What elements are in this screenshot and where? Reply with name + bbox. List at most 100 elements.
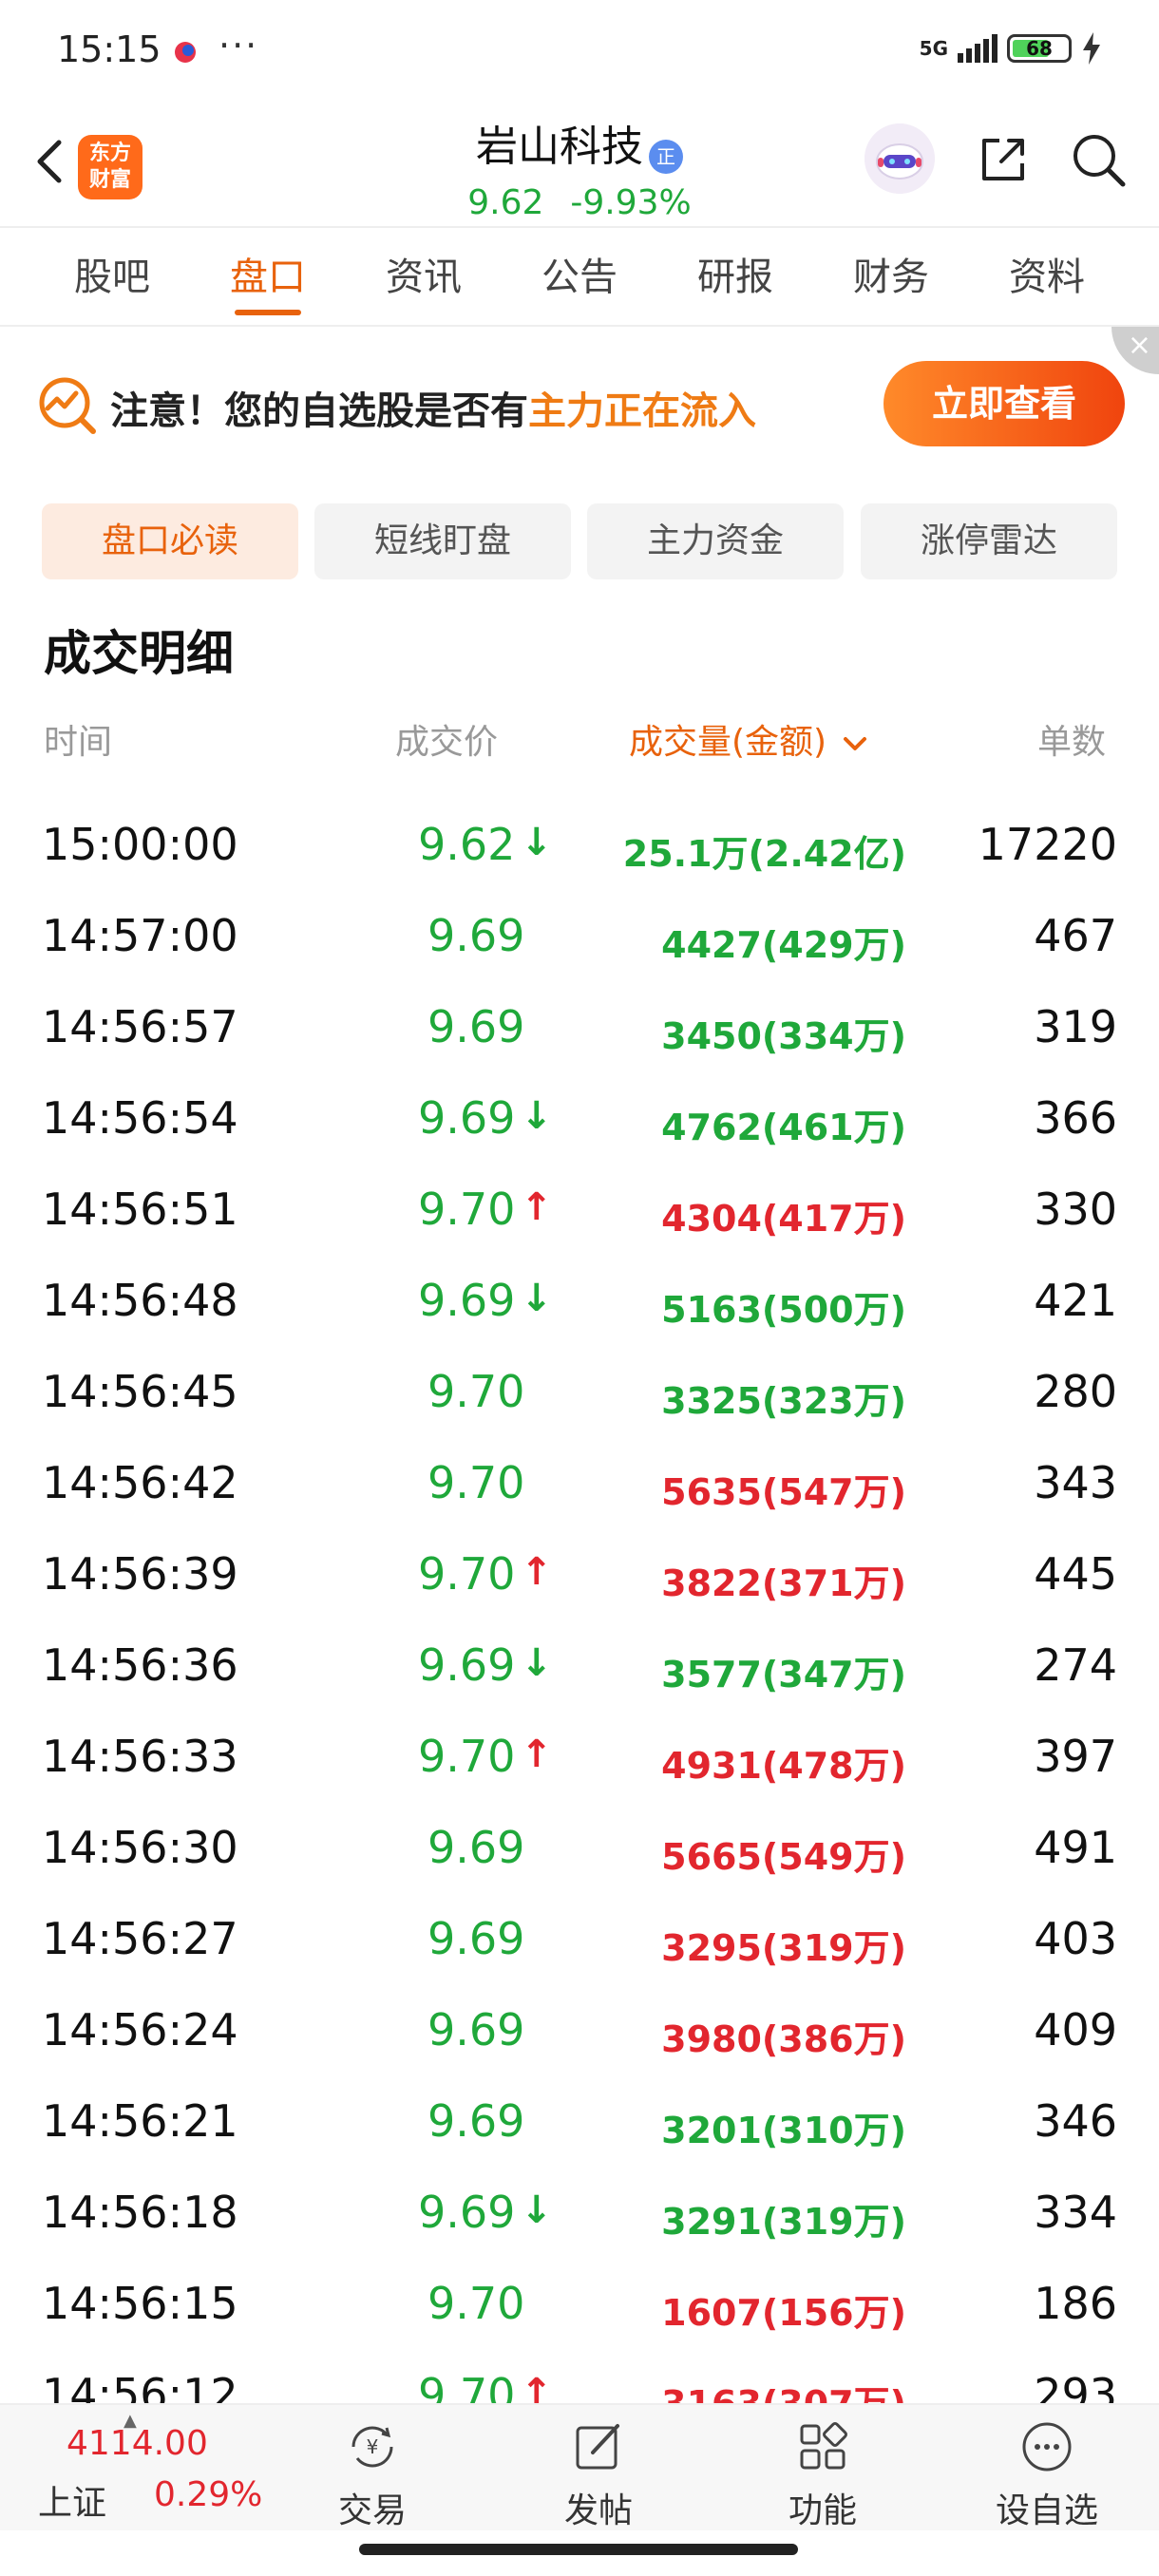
stock-name: 岩山科技 [476, 123, 643, 171]
tab-news[interactable]: 资讯 [386, 228, 462, 327]
trade-count: 366 [1034, 1092, 1117, 1144]
signal-icon [958, 34, 998, 63]
trade-price: 9.69 [428, 2095, 525, 2147]
trade-price: 9.70 [418, 1731, 516, 1782]
battery-icon: 68 [1007, 34, 1072, 63]
arrow-down-icon: ↓ [521, 1094, 553, 1138]
tab-pankou[interactable]: 盘口 [230, 228, 306, 327]
trade-price: 9.69 [428, 2004, 525, 2055]
trade-volume: 3291(319万) [661, 2201, 906, 2243]
tab-finance[interactable]: 财务 [853, 228, 929, 327]
subtab-main-funds[interactable]: 主力资金 [587, 503, 844, 579]
trade-time: 14:56:42 [42, 1457, 238, 1508]
tab-announcements[interactable]: 公告 [542, 228, 618, 327]
trade-time: 14:57:00 [42, 910, 238, 961]
trade-time: 14:56:15 [42, 2278, 238, 2329]
trade-time: 14:56:51 [42, 1184, 238, 1235]
table-row[interactable]: 14:56:24 9.69 3980(386万) 409 [0, 1983, 1159, 2074]
index-value: 4114.00 [66, 2424, 208, 2463]
trade-volume: 4931(478万) [661, 1745, 906, 1787]
table-row[interactable]: 14:57:00 9.69 4427(429万) 467 [0, 889, 1159, 980]
trade-count: 319 [1034, 1001, 1117, 1052]
table-row[interactable]: 14:56:30 9.69 5665(549万) 491 [0, 1801, 1159, 1892]
table-row[interactable]: 14:56:27 9.69 3295(319万) 403 [0, 1892, 1159, 1983]
view-now-button[interactable]: 立即查看 [884, 361, 1125, 446]
trade-button[interactable]: ¥ 交易 [306, 2418, 439, 2532]
subtab-short-watch[interactable]: 短线盯盘 [314, 503, 571, 579]
arrow-down-icon: ↓ [521, 2188, 553, 2232]
stock-tabs: 股吧 盘口 资讯 公告 研报 财务 资料 [0, 226, 1159, 327]
table-row[interactable]: 14:56:15 9.70 1607(156万) 186 [0, 2257, 1159, 2348]
edit-icon [576, 2424, 619, 2470]
trade-label: 交易 [337, 2491, 407, 2530]
trade-time: 14:56:36 [42, 1639, 238, 1691]
trade-time: 14:56:33 [42, 1731, 238, 1782]
trade-count: 343 [1034, 1457, 1117, 1508]
add-watchlist-button[interactable]: 设自选 [980, 2418, 1113, 2532]
table-row[interactable]: 14:56:42 9.70 5635(547万) 343 [0, 1436, 1159, 1527]
promo-banner[interactable]: × 注意！您的自选股是否有主力正在流入 立即查看 [0, 327, 1159, 479]
table-row[interactable]: 14:56:51 9.70 ↑ 4304(417万) 330 [0, 1163, 1159, 1254]
table-row[interactable]: 14:56:12 9.70↑ 3163(307万) 293 [0, 2348, 1159, 2403]
trade-count: 421 [1034, 1275, 1117, 1326]
trade-volume: 3450(334万) [661, 1015, 906, 1057]
grid-icon [800, 2422, 847, 2470]
trade-price: 9.70 [428, 1366, 525, 1417]
share-icon[interactable] [973, 129, 1034, 190]
trade-count: 17220 [978, 819, 1117, 870]
trade-time: 14:56:30 [42, 1822, 238, 1873]
trade-list[interactable]: 15:00:00 9.62 ↓ 25.1万(2.42亿) 17220 14:57:00 9.… [0, 798, 1159, 2403]
search-icon[interactable] [1068, 129, 1129, 190]
tab-guba[interactable]: 股吧 [74, 228, 150, 327]
tab-profile[interactable]: 资料 [1009, 228, 1085, 327]
subtab-must-read[interactable]: 盘口必读 [42, 503, 298, 579]
trade-count: 445 [1034, 1548, 1117, 1600]
table-row[interactable]: 14:56:39 9.70 ↑ 3822(371万) 445 [0, 1527, 1159, 1619]
column-header-price: 成交价 [395, 723, 499, 762]
trade-price: 9.69 [418, 2187, 516, 2238]
subtab-limit-radar[interactable]: 涨停雷达 [861, 503, 1117, 579]
trade-count: 403 [1034, 1913, 1117, 1964]
trade-time: 14:56:48 [42, 1275, 238, 1326]
trade-price: 9.69 [428, 1913, 525, 1964]
tab-research[interactable]: 研报 [697, 228, 773, 327]
arrow-up-icon: ↑ [521, 1550, 553, 1594]
table-row[interactable]: 14:56:18 9.69 ↓ 3291(319万) 334 [0, 2166, 1159, 2257]
trade-volume: 3163(307万) [661, 2375, 906, 2403]
column-header-count: 单数 [1037, 723, 1107, 762]
assistant-robot-icon[interactable] [864, 123, 935, 194]
trade-price: 9.70 [418, 1548, 516, 1600]
trade-price: 9.70 [428, 1457, 525, 1508]
battery-level: 68 [1026, 37, 1053, 60]
trade-price: 9.69 [418, 1275, 516, 1326]
trade-volume: 25.1万(2.42亿) [622, 833, 906, 875]
features-button[interactable]: 功能 [756, 2418, 889, 2532]
table-row[interactable]: 14:56:48 9.69 ↓ 5163(500万) 421 [0, 1254, 1159, 1345]
table-row[interactable]: 14:56:54 9.69 ↓ 4762(461万) 366 [0, 1071, 1159, 1163]
bottom-bar: ▲ 4114.00 上证 0.29% ¥ 交易 发帖 功能 设自选 [0, 2403, 1159, 2530]
table-row[interactable]: 14:56:36 9.69 ↓ 3577(347万) 274 [0, 1619, 1159, 1710]
trade-time: 14:56:27 [42, 1913, 238, 1964]
close-icon[interactable]: × [1112, 327, 1159, 374]
table-row[interactable]: 15:00:00 9.62 ↓ 25.1万(2.42亿) 17220 [0, 798, 1159, 889]
trade-price: 9.70 [418, 2369, 516, 2403]
post-button[interactable]: 发帖 [532, 2418, 665, 2532]
column-header-volume[interactable]: 成交量(金额) [629, 714, 872, 764]
trade-count: 293 [1034, 2369, 1117, 2403]
table-row[interactable]: 14:56:57 9.69 3450(334万) 319 [0, 980, 1159, 1071]
trade-volume: 3577(347万) [661, 1654, 906, 1695]
chevron-down-icon [843, 737, 866, 750]
home-indicator[interactable] [359, 2544, 798, 2555]
trade-price: 9.70 [428, 2278, 525, 2329]
stock-badge: 正 [649, 139, 683, 174]
trade-price: 9.69 [428, 1822, 525, 1873]
trade-time: 14:56:57 [42, 1001, 238, 1052]
trade-time: 15:00:00 [42, 819, 238, 870]
trade-price: 9.69 [428, 910, 525, 961]
trade-volume: 3201(310万) [661, 2110, 906, 2151]
trade-price: 9.62 [418, 819, 516, 870]
table-row[interactable]: 14:56:33 9.70 ↑ 4931(478万) 397 [0, 1710, 1159, 1801]
table-row[interactable]: 14:56:21 9.69 3201(310万) 346 [0, 2074, 1159, 2166]
table-row[interactable]: 14:56:45 9.70 3325(323万) 280 [0, 1345, 1159, 1436]
more-notifications-icon: ··· [218, 25, 259, 66]
